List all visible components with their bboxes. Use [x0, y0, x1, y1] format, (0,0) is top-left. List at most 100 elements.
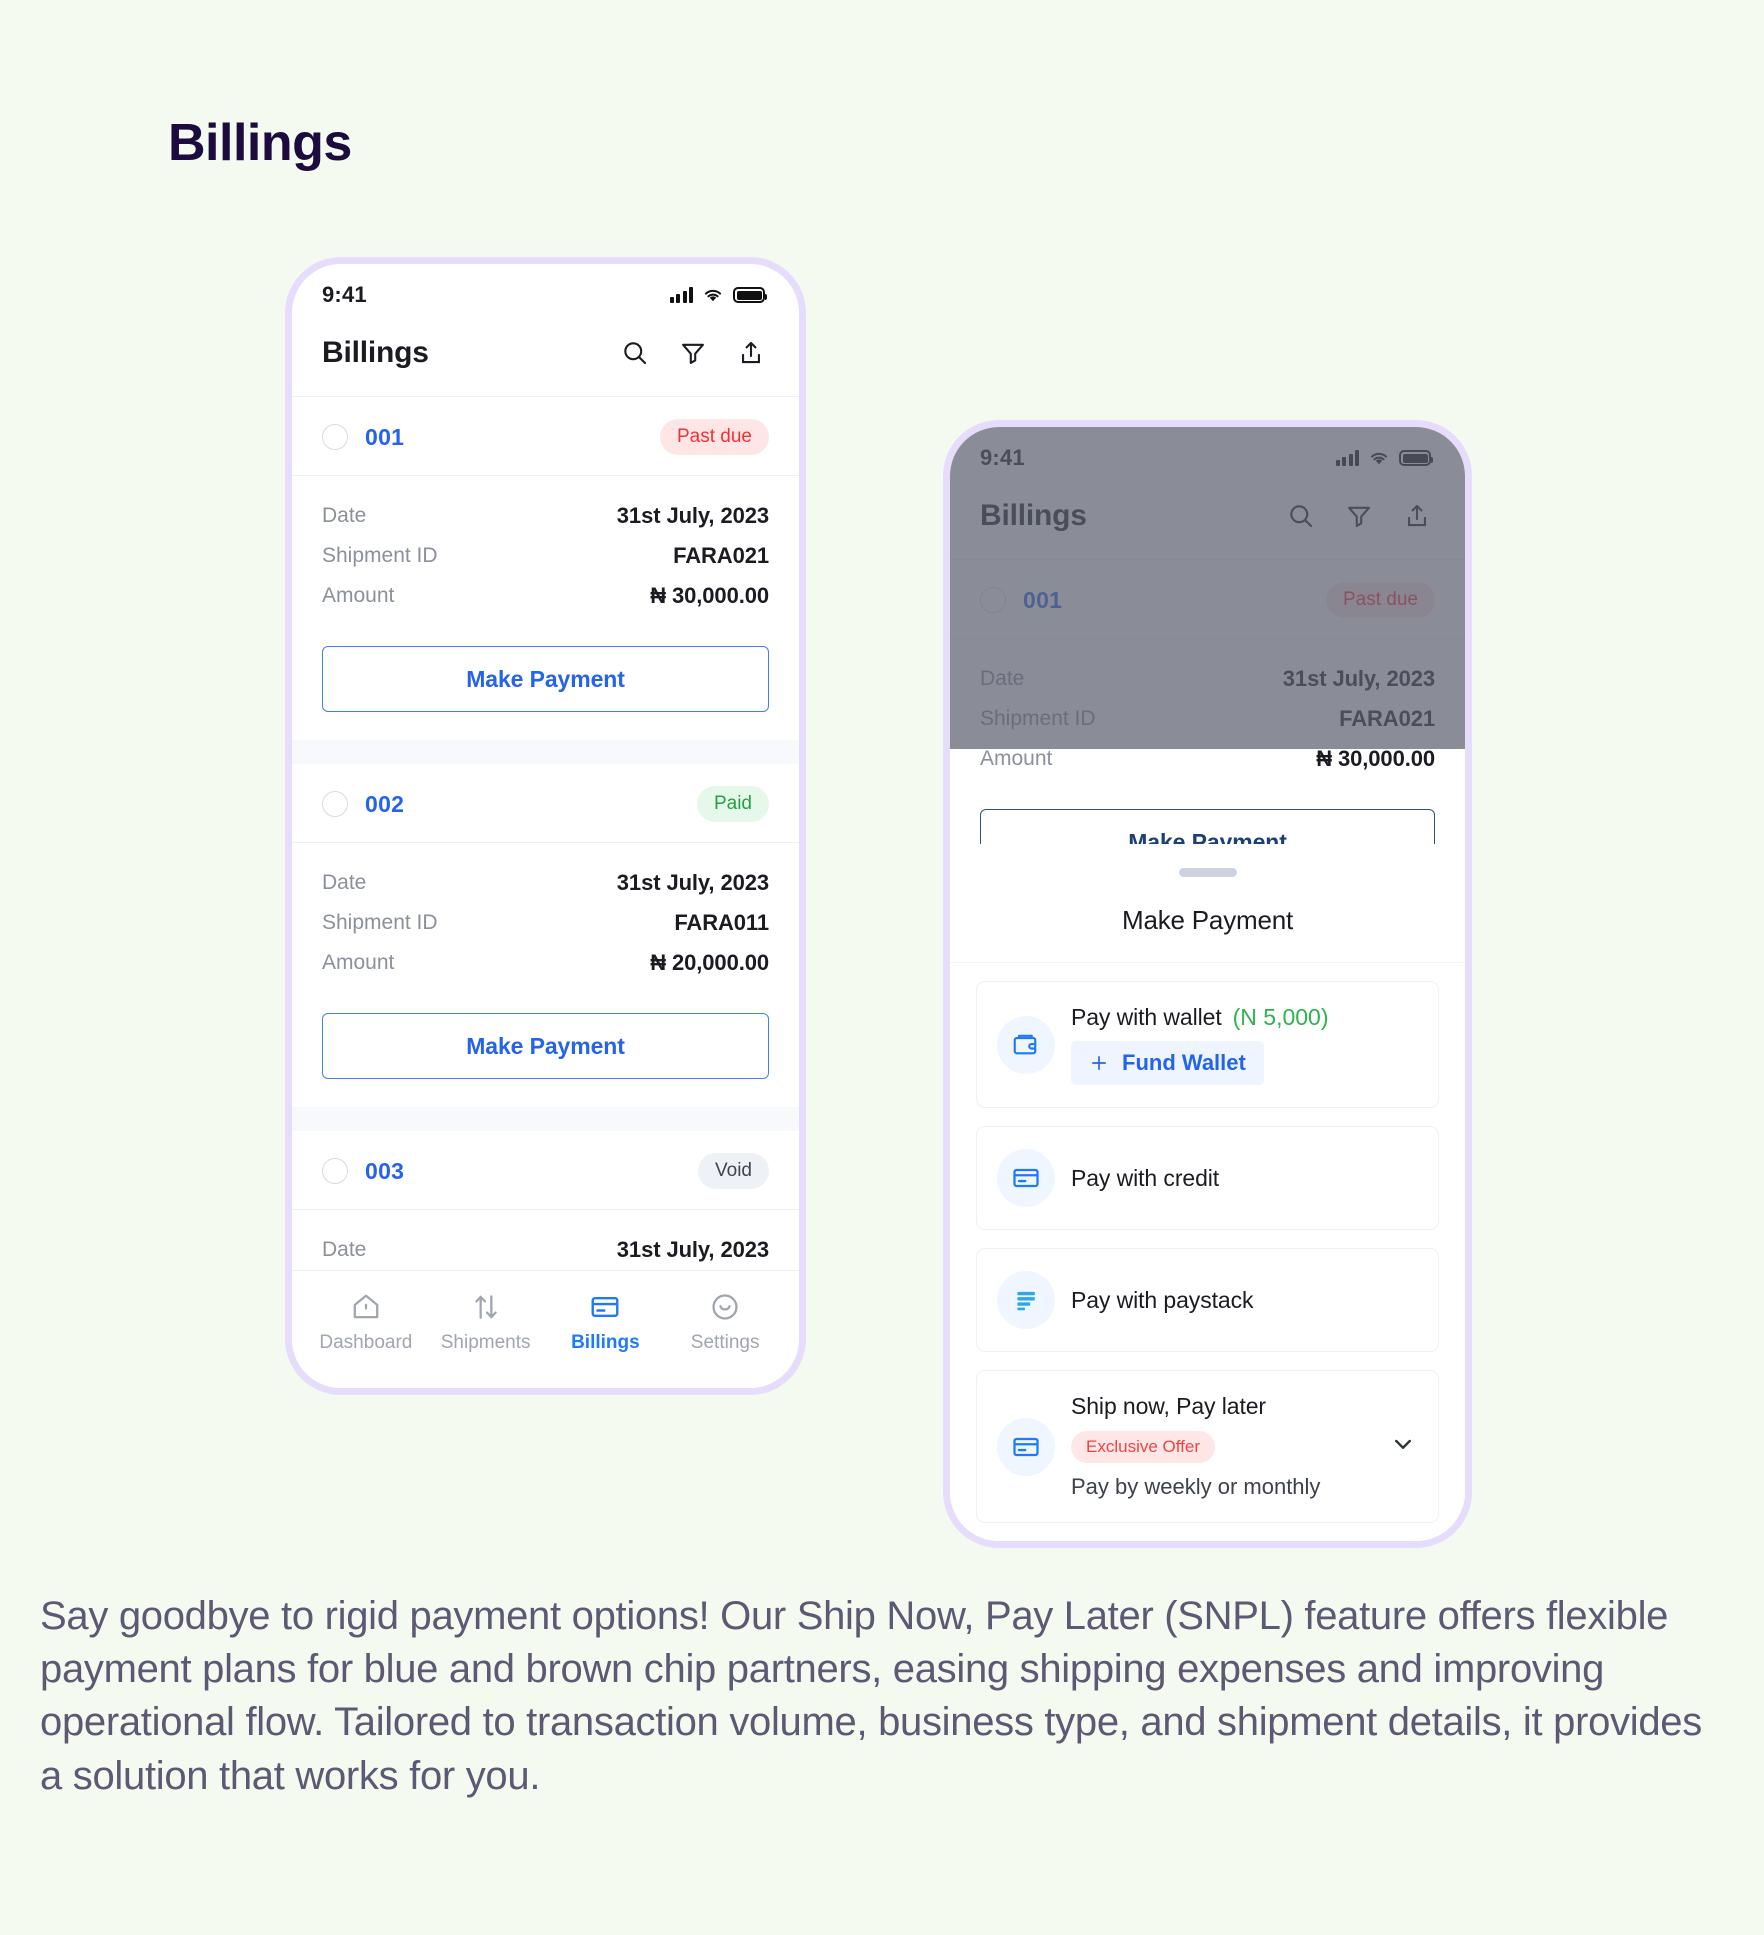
billing-card[interactable]: 003 Void Date 31st July, 2023 [292, 1131, 799, 1278]
payment-option-body: Ship now, Pay later Exclusive Offer Pay … [1071, 1393, 1372, 1500]
payment-option-body: Pay with wallet (N 5,000) Fund Wallet [1071, 1004, 1418, 1085]
page-title: Billings [168, 114, 352, 172]
payment-option-title-line: Pay with wallet (N 5,000) [1071, 1004, 1418, 1031]
detail-label: Shipment ID [322, 911, 438, 934]
sheet-drag-handle[interactable] [1178, 868, 1237, 877]
detail-value: 31st July, 2023 [616, 870, 769, 895]
billing-card-header: 001 Past due [292, 397, 799, 476]
status-badge: Past due [660, 419, 769, 455]
nav-label: Settings [690, 1332, 760, 1353]
billing-card[interactable]: 001 Past due Date 31st July, 2023 Shipme… [292, 397, 799, 764]
billing-card[interactable]: 002 Paid Date 31st July, 2023 Shipment I… [292, 764, 799, 1131]
billing-id: 001 [365, 423, 405, 450]
detail-label: Date [322, 871, 367, 894]
home-icon [353, 1294, 379, 1319]
nav-item-dashboard[interactable]: Dashboard [311, 1291, 421, 1354]
detail-value: 31st July, 2023 [616, 503, 769, 528]
payment-option-credit[interactable]: Pay with credit [976, 1126, 1439, 1230]
phone-mockup-billings-list: 9:41 Billings 001 Past due Date 31st Jul… [285, 257, 806, 1395]
detail-value: ₦ 30,000.00 [1316, 746, 1435, 771]
credit-card-icon [997, 1417, 1055, 1476]
payment-option-title: Pay with wallet [1071, 1004, 1222, 1030]
exclusive-offer-badge: Exclusive Offer [1071, 1431, 1216, 1463]
payment-method-sheet: Make Payment Pay with wallet (N 5,000) F… [950, 844, 1465, 1541]
wifi-icon [704, 289, 722, 302]
fund-wallet-button[interactable]: Fund Wallet [1071, 1041, 1264, 1085]
detail-value: FARA021 [673, 543, 769, 568]
paystack-icon [997, 1271, 1055, 1329]
billing-id: 002 [365, 790, 405, 817]
modal-scrim[interactable] [950, 427, 1465, 749]
battery-icon [733, 287, 767, 303]
payment-option-title: Pay with paystack [1071, 1286, 1254, 1313]
billing-id: 003 [365, 1157, 405, 1184]
billing-details: Date 31st July, 2023 Shipment ID FARA021… [292, 476, 799, 624]
payment-options-list: Pay with wallet (N 5,000) Fund Wallet Pa… [950, 963, 1465, 1523]
fund-wallet-label: Fund Wallet [1122, 1050, 1246, 1075]
plus-icon [1091, 1055, 1106, 1070]
status-badge: Paid [696, 786, 769, 822]
billing-card-header: 002 Paid [292, 764, 799, 843]
detail-value: 31st July, 2023 [616, 1237, 769, 1262]
credit-card-icon [997, 1149, 1055, 1207]
detail-label: Date [322, 1238, 367, 1261]
payment-option-title-line: Pay with credit [1071, 1165, 1418, 1192]
payment-option-body: Pay with paystack [1071, 1287, 1418, 1314]
wallet-icon [997, 1015, 1055, 1074]
select-radio[interactable] [322, 424, 348, 450]
status-badge: Void [698, 1153, 769, 1189]
detail-value: ₦ 30,000.00 [650, 583, 769, 608]
payment-option-title: Ship now, Pay later [1071, 1393, 1266, 1419]
payment-option-paystack[interactable]: Pay with paystack [976, 1248, 1439, 1352]
card-separator [292, 740, 799, 764]
billing-card-identity: 002 [322, 791, 404, 818]
detail-label: Amount [322, 951, 395, 974]
wallet-balance: (N 5,000) [1232, 1004, 1329, 1030]
nav-label: Billings [571, 1332, 640, 1353]
billing-card-identity: 003 [322, 1158, 404, 1185]
detail-row: Date 31st July, 2023 [322, 1230, 769, 1270]
cellular-signal-icon [669, 287, 693, 303]
bottom-navigation: Dashboard Shipments Billings Settings [292, 1270, 799, 1388]
nav-item-billings[interactable]: Billings [550, 1291, 660, 1354]
payment-option-title-line: Pay with paystack [1071, 1287, 1418, 1314]
nav-label: Shipments [440, 1332, 531, 1353]
chevron-down-icon[interactable] [1388, 1429, 1418, 1464]
select-radio[interactable] [322, 791, 348, 817]
nav-item-settings[interactable]: Settings [670, 1291, 780, 1354]
detail-row: Date 31st July, 2023 [322, 863, 769, 903]
phone-mockup-payment-sheet: 9:41 Billings [943, 420, 1472, 1548]
billing-card-header: 003 Void [292, 1131, 799, 1210]
detail-label: Amount [322, 584, 395, 607]
credit-card-icon [591, 1297, 619, 1317]
nav-item-shipments[interactable]: Shipments [431, 1291, 541, 1354]
payment-option-title-line: Ship now, Pay later Exclusive Offer [1071, 1393, 1372, 1463]
make-payment-button[interactable]: Make Payment [322, 646, 769, 712]
detail-value: ₦ 20,000.00 [650, 950, 769, 975]
transfer-arrows-icon [474, 1295, 497, 1319]
filter-icon[interactable] [679, 339, 707, 367]
payment-option-subtitle: Pay by weekly or monthly [1071, 1474, 1321, 1499]
detail-row: Shipment ID FARA021 [322, 536, 769, 576]
status-time: 9:41 [322, 282, 367, 307]
detail-label: Date [322, 504, 367, 527]
select-radio[interactable] [322, 1158, 348, 1184]
card-separator [292, 1107, 799, 1131]
header-actions [621, 339, 765, 367]
smiley-face-icon [712, 1294, 738, 1320]
share-icon[interactable] [737, 339, 765, 367]
detail-row: Shipment ID FARA011 [322, 903, 769, 943]
payment-option-ship-now-pay-later[interactable]: Ship now, Pay later Exclusive Offer Pay … [976, 1370, 1439, 1523]
detail-row: Date 31st July, 2023 [322, 496, 769, 536]
make-payment-button[interactable]: Make Payment [322, 1013, 769, 1079]
sheet-title: Make Payment [950, 877, 1465, 963]
billings-showcase-page: Billings 9:41 Billings 001 Past due Date… [0, 0, 1764, 1935]
detail-row: Amount ₦ 20,000.00 [322, 943, 769, 983]
billing-details: Date 31st July, 2023 [292, 1210, 799, 1278]
payment-option-body: Pay with credit [1071, 1165, 1418, 1192]
search-icon[interactable] [621, 339, 649, 367]
nav-label: Dashboard [319, 1332, 413, 1353]
payment-option-wallet[interactable]: Pay with wallet (N 5,000) Fund Wallet [976, 981, 1439, 1108]
payment-option-title: Pay with credit [1071, 1164, 1220, 1191]
detail-label: Shipment ID [322, 544, 438, 567]
